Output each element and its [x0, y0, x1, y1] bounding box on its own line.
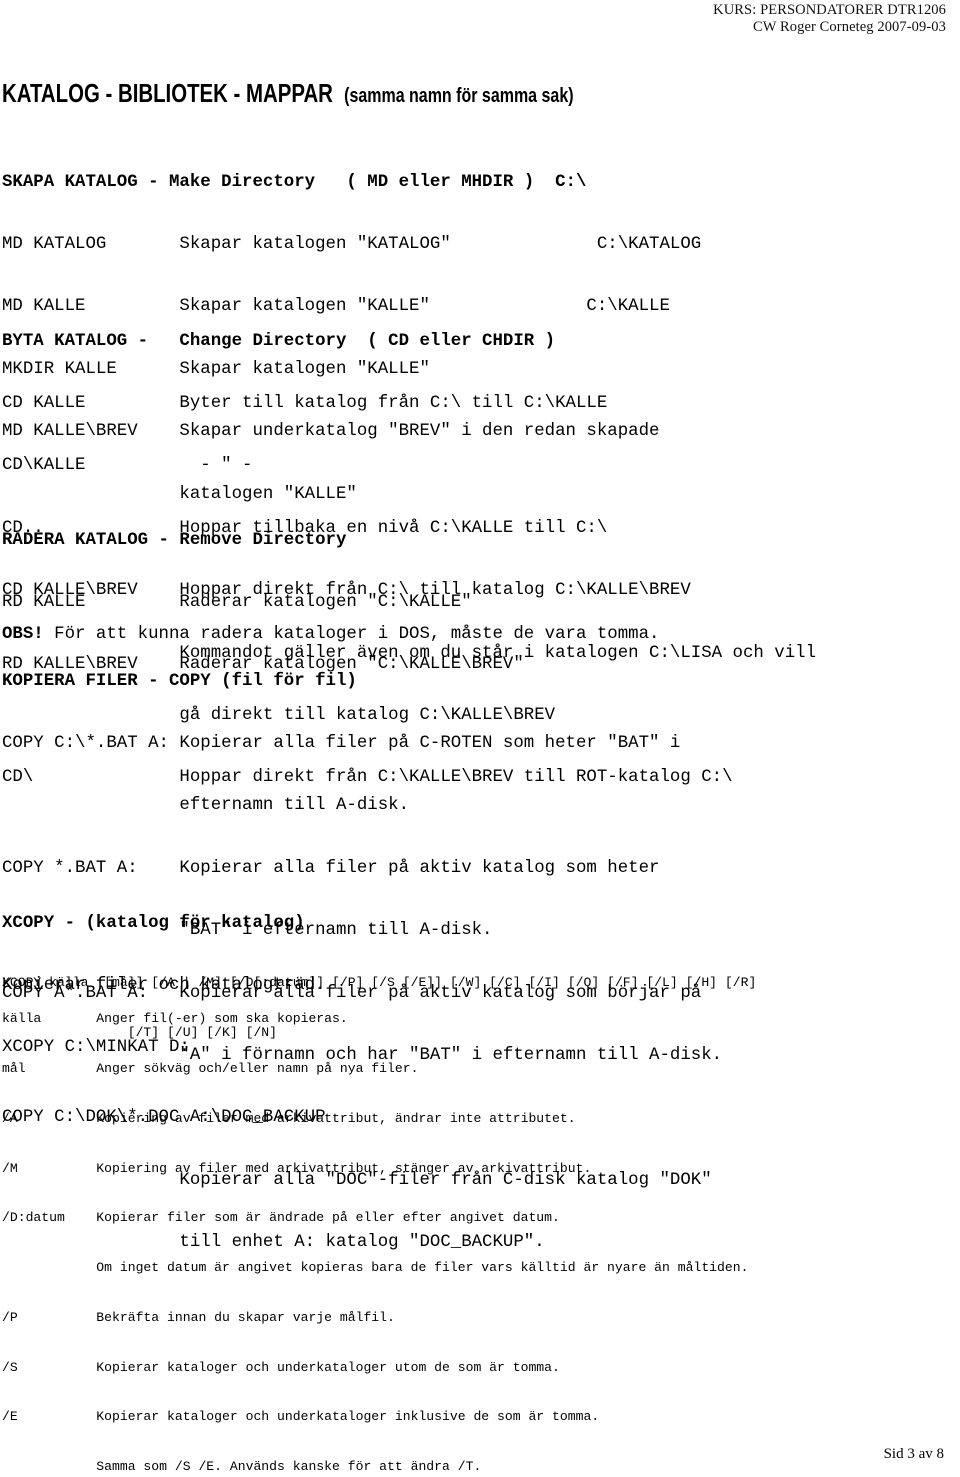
xcopy-option-row: /P Bekräfta innan du skapar varje målfil… — [2, 1309, 395, 1325]
section-heading-xcopy: XCOPY - (katalog för katalog) — [2, 913, 305, 933]
xcopy-option-row: källa Anger fil(-er) som ska kopieras. — [2, 1011, 348, 1027]
command-line: CD KALLE Byter till katalog från C:\ til… — [2, 393, 608, 413]
section-heading-change-directory: BYTA KATALOG - Change Directory ( CD ell… — [2, 331, 556, 351]
xcopy-option-row: /S Kopierar kataloger och underkataloger… — [2, 1359, 560, 1375]
command-line: CD\KALLE - " - — [2, 456, 253, 476]
section-heading-remove-directory: RADERA KATALOG - Remove Directory — [2, 530, 347, 550]
page-number: Sid 3 av 8 — [883, 1446, 944, 1462]
section-heading-make-directory: SKAPA KATALOG - Make Directory ( MD elle… — [2, 172, 587, 192]
document-page: KURS: PERSONDATORER DTR1206 CW Roger Cor… — [0, 0, 960, 1477]
command-line: MD KATALOG Skapar katalogen "KATALOG" C:… — [2, 234, 702, 254]
xcopy-option-row: /M Kopiering av filer med arkivattribut,… — [2, 1160, 592, 1176]
xcopy-option-row: /D:datum Kopierar filer som är ändrade p… — [2, 1210, 560, 1226]
xcopy-option-row: Om inget datum är angivet kopieras bara … — [2, 1260, 749, 1276]
header-author-line: CW Roger Corneteg 2007-09-03 — [752, 19, 946, 35]
page-title-main: KATALOG - BIBLIOTEK - MAPPAR — [2, 80, 333, 108]
xcopy-option-row: Samma som /S /E. Används kanske för att … — [2, 1459, 482, 1475]
xcopy-options-list: källa Anger fil(-er) som ska kopieras. m… — [2, 978, 748, 1477]
xcopy-option-row: /E Kopierar kataloger och underkataloger… — [2, 1409, 600, 1425]
page-title: KATALOG - BIBLIOTEK - MAPPAR (samma namn … — [2, 80, 574, 109]
xcopy-option-row: mål Anger sökväg och/eller namn på nya f… — [2, 1060, 419, 1076]
command-line: COPY C:\*.BAT A: Kopierar alla filer på … — [2, 733, 681, 753]
section-heading-copy: KOPIERA FILER - COPY (fil för fil) — [2, 671, 357, 691]
header-course-line: KURS: PERSONDATORER DTR1206 — [713, 2, 946, 18]
page-title-paren: (samma namn för samma sak) — [344, 85, 574, 107]
document-header: KURS: PERSONDATORER DTR1206 CW Roger Cor… — [713, 2, 946, 36]
command-line: efternamn till A-disk. — [2, 796, 410, 816]
xcopy-option-row: /A Kopiering av filer med arkivattribut,… — [2, 1110, 576, 1126]
